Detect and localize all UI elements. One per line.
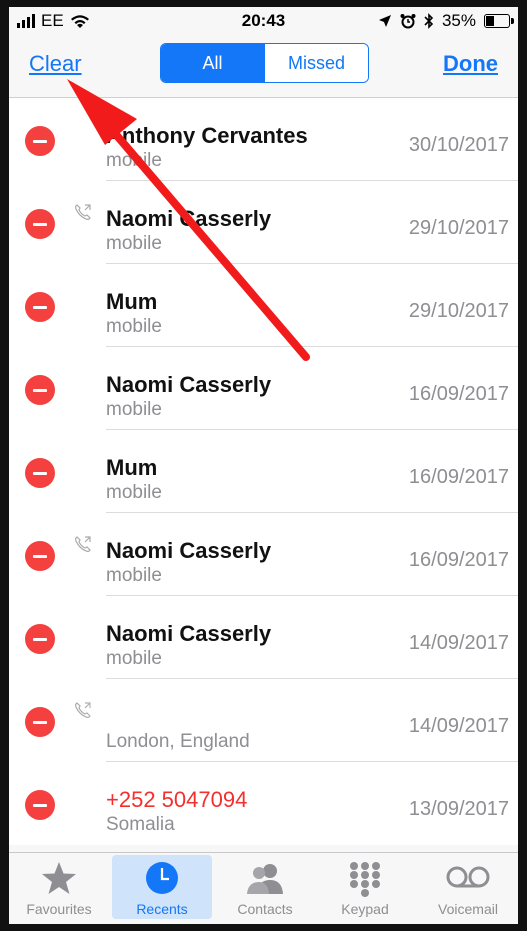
delete-icon[interactable] [25, 209, 55, 239]
contacts-icon [247, 864, 283, 894]
caller-name: Anthony Cervantes [106, 123, 308, 148]
caller-name: Naomi Casserly [106, 621, 272, 646]
call-date: 16/09/2017 [408, 466, 509, 488]
call-detail: London, England [106, 731, 250, 752]
tab-voicemail[interactable]: Voicemail [418, 855, 518, 919]
delete-icon[interactable] [25, 126, 55, 156]
call-detail: mobile [106, 316, 162, 337]
segmented-control: All Missed [160, 43, 369, 83]
delete-icon[interactable] [25, 292, 55, 322]
delete-icon[interactable] [25, 790, 55, 820]
call-row[interactable]: Mum mobile 29/10/2017 [9, 264, 518, 347]
location-arrow-icon [378, 15, 391, 27]
navigation-bar: Clear All Missed Done [9, 35, 518, 98]
tab-keypad[interactable]: Keypad [315, 855, 415, 919]
delete-icon[interactable] [25, 375, 55, 405]
tab-recents[interactable]: Recents [112, 855, 212, 919]
caller-number-missed: +252 5047094 [106, 787, 248, 812]
clear-button[interactable]: Clear [29, 51, 82, 77]
recents-list: Anthony Cervantes mobile 30/10/2017 Naom… [9, 98, 518, 845]
delete-icon[interactable] [25, 458, 55, 488]
caller-name: Mum [106, 289, 158, 314]
call-date: 30/10/2017 [408, 134, 509, 156]
keypad-icon [350, 862, 380, 897]
caller-name: Naomi Casserly [106, 372, 272, 397]
tab-bar: Favourites Recents Contacts Keypad Voice… [9, 852, 518, 924]
call-detail: mobile [106, 399, 162, 420]
outgoing-call-icon [75, 204, 91, 220]
call-row[interactable]: Mum mobile 16/09/2017 [9, 430, 518, 513]
clock-icon [146, 862, 178, 894]
call-date: 29/10/2017 [408, 300, 509, 322]
call-row[interactable]: Anthony Cervantes mobile 30/10/2017 [9, 98, 518, 181]
segment-missed[interactable]: Missed [264, 44, 368, 82]
outgoing-call-icon [75, 536, 91, 552]
caller-name: Mum [106, 455, 158, 480]
call-row[interactable]: Naomi Casserly mobile 14/09/2017 [9, 596, 518, 679]
call-date: 14/09/2017 [408, 715, 509, 737]
star-icon [42, 862, 76, 894]
call-date: 29/10/2017 [408, 217, 509, 239]
call-date: 13/09/2017 [408, 798, 509, 820]
call-row[interactable]: Naomi Casserly mobile 16/09/2017 [9, 513, 518, 596]
call-detail: mobile [106, 565, 162, 586]
voicemail-icon [446, 866, 490, 888]
call-detail: mobile [106, 482, 162, 503]
caller-name: Naomi Casserly [106, 538, 272, 563]
call-row[interactable]: Naomi Casserly mobile 16/09/2017 [9, 347, 518, 430]
call-detail: Somalia [106, 814, 175, 835]
call-date: 16/09/2017 [408, 549, 509, 571]
redacted-name [104, 697, 294, 727]
call-detail: mobile [106, 150, 162, 171]
call-row[interactable]: Naomi Casserly mobile 29/10/2017 [9, 181, 518, 264]
delete-icon[interactable] [25, 624, 55, 654]
call-date: 16/09/2017 [408, 383, 509, 405]
outgoing-call-icon [75, 702, 91, 718]
call-detail: mobile [106, 233, 162, 254]
call-date: 14/09/2017 [408, 632, 509, 654]
status-bar: EE 20:43 35% [9, 7, 518, 35]
call-detail: mobile [106, 648, 162, 669]
caller-name: Naomi Casserly [106, 206, 272, 231]
alarm-clock-icon [400, 14, 416, 29]
battery-icon [484, 14, 514, 28]
call-row[interactable]: London, England 14/09/2017 [9, 679, 518, 762]
segment-all[interactable]: All [161, 44, 264, 82]
tab-favourites[interactable]: Favourites [9, 855, 109, 919]
tab-contacts[interactable]: Contacts [215, 855, 315, 919]
delete-icon[interactable] [25, 541, 55, 571]
call-row[interactable]: +252 5047094 Somalia 13/09/2017 [9, 762, 518, 845]
done-button[interactable]: Done [443, 51, 498, 77]
bluetooth-icon [424, 13, 434, 29]
delete-icon[interactable] [25, 707, 55, 737]
phone-screen: EE 20:43 35% Clear All Missed Done Antho… [9, 7, 518, 924]
battery-percent: 35% [441, 11, 476, 30]
